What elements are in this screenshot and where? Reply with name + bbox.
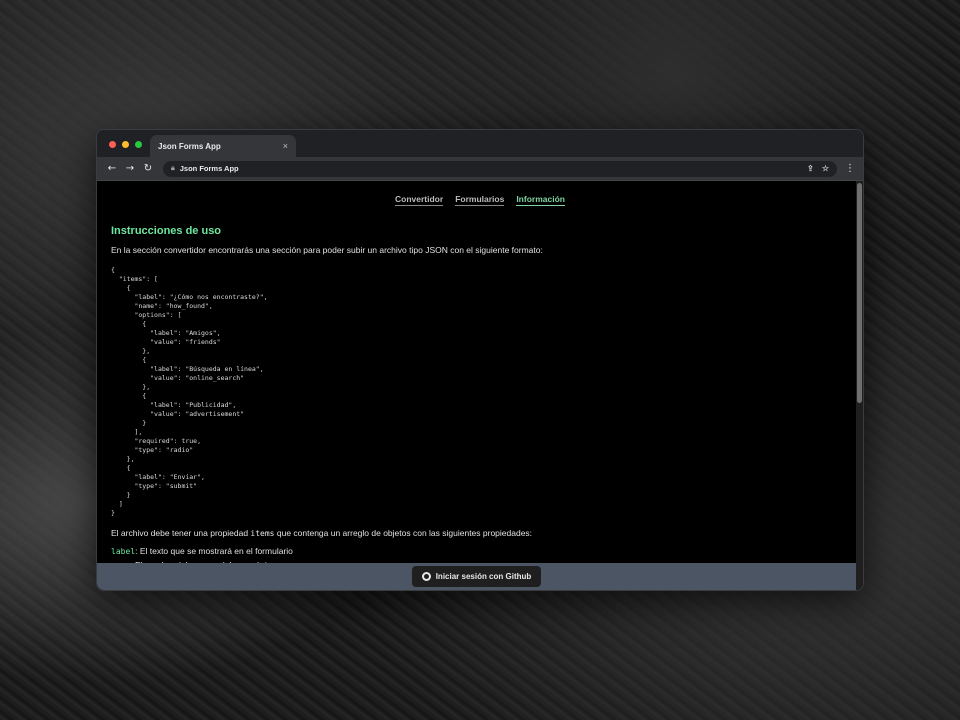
tab-bar: Json Forms App × <box>97 130 863 157</box>
close-window-button[interactable] <box>109 141 116 148</box>
tab-close-icon[interactable]: × <box>283 141 288 151</box>
reload-icon[interactable]: ↻ <box>139 163 157 174</box>
items-paragraph: El archivo debe tener una propiedad item… <box>111 528 849 538</box>
browser-toolbar: ← → ↻ 🔒︎ Json Forms App ⇪ ☆ ⋮ <box>97 157 863 181</box>
page-viewport: Convertidor Formularios Información Inst… <box>97 181 863 590</box>
share-icon[interactable]: ⇪ <box>807 164 814 173</box>
property-label: label: El texto que se mostrará en el fo… <box>111 546 849 556</box>
property-label-desc: : El texto que se mostrará en el formula… <box>135 546 293 556</box>
back-arrow-icon[interactable]: ← <box>103 163 121 174</box>
scrollbar-thumb[interactable] <box>857 183 862 403</box>
maximize-window-button[interactable] <box>135 141 142 148</box>
page-title: Instrucciones de uso <box>111 225 222 237</box>
page-scrollbar[interactable] <box>856 181 863 590</box>
minimize-window-button[interactable] <box>122 141 129 148</box>
github-login-button[interactable]: Iniciar sesión con Github <box>411 566 542 587</box>
login-footer: Iniciar sesión con Github <box>97 563 856 590</box>
lock-icon: 🔒︎ <box>171 164 175 172</box>
address-bar[interactable]: 🔒︎ Json Forms App ⇪ ☆ <box>163 160 837 177</box>
browser-window: Json Forms App × ← → ↻ 🔒︎ Json Forms App… <box>96 129 864 591</box>
github-login-label: Iniciar sesión con Github <box>435 572 532 581</box>
browser-tab[interactable]: Json Forms App × <box>150 135 296 157</box>
github-icon <box>421 572 431 581</box>
star-icon[interactable]: ☆ <box>822 164 829 173</box>
browser-menu-icon[interactable]: ⋮ <box>843 163 857 174</box>
items-paragraph-start: El archivo debe tener una propiedad <box>111 528 251 538</box>
property-label-key: label <box>111 547 136 556</box>
items-paragraph-end: que contenga un arreglo de objetos con l… <box>274 528 533 538</box>
page-content: Convertidor Formularios Información Inst… <box>97 181 863 570</box>
forward-arrow-icon[interactable]: → <box>121 163 139 174</box>
tab-title: Json Forms App <box>158 141 221 151</box>
window-controls <box>109 141 142 148</box>
nav-link-formularios[interactable]: Formularios <box>455 194 505 206</box>
json-code-block: { "items": [ { "label": "¿Cómo nos encon… <box>111 266 268 517</box>
nav-link-informacion[interactable]: Información <box>516 194 565 206</box>
top-nav: Convertidor Formularios Información <box>111 181 849 206</box>
nav-link-convertidor[interactable]: Convertidor <box>395 194 444 206</box>
address-text: Json Forms App <box>179 164 239 173</box>
intro-paragraph: En la sección convertidor encontrarás un… <box>111 245 543 255</box>
items-keyword: items <box>250 529 275 538</box>
